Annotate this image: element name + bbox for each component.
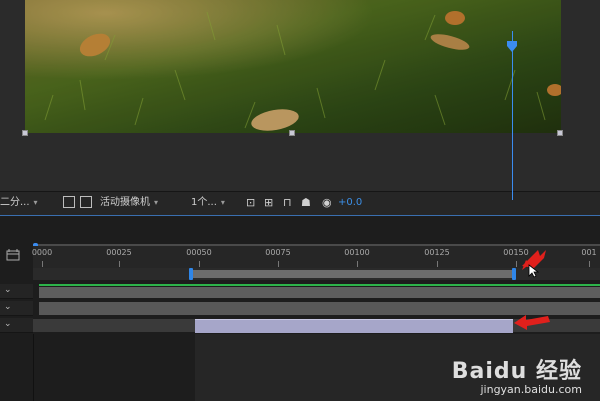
ruler-tick xyxy=(357,261,358,267)
layer-track-3[interactable]: ⌄ xyxy=(0,318,600,333)
chevron-down-icon[interactable]: ⌄ xyxy=(4,285,12,295)
ruler-tick xyxy=(119,261,120,267)
chevron-down-icon: ▾ xyxy=(220,198,225,207)
playhead-line[interactable] xyxy=(512,31,513,200)
time-ruler[interactable]: 0000 00025 00050 00075 00100 00125 00150… xyxy=(31,246,600,268)
ruler-tick xyxy=(437,261,438,267)
work-area-end-handle[interactable] xyxy=(512,268,516,280)
work-area-range[interactable] xyxy=(190,270,514,278)
mouse-cursor-icon xyxy=(528,264,540,278)
timeline-icon[interactable]: ⊓ xyxy=(283,196,292,210)
watermark: Baidu 经验 jingyan.baidu.com xyxy=(452,353,582,396)
chevron-down-icon[interactable]: ⌄ xyxy=(4,319,12,329)
region-of-interest-icon[interactable] xyxy=(63,196,75,208)
chevron-down-icon: ▾ xyxy=(33,198,38,207)
ruler-tick-label: 00025 xyxy=(106,248,132,257)
ruler-tick xyxy=(589,261,590,267)
ruler-tick xyxy=(516,261,517,267)
ruler-tick-label: 0000 xyxy=(31,248,53,257)
layer-duration-bar-green[interactable] xyxy=(39,284,600,286)
grass-image xyxy=(25,0,561,133)
transparency-grid-icon[interactable] xyxy=(80,196,92,208)
watermark-brand: Baidu 经验 xyxy=(451,359,582,384)
views-label: 1个... xyxy=(191,197,217,208)
ruler-tick xyxy=(42,261,43,267)
chevron-down-icon: ▾ xyxy=(154,198,159,207)
ruler-tick-label: 001 xyxy=(581,248,597,257)
transform-handle-bottom-left[interactable] xyxy=(22,130,28,136)
viewer-toolbar: 二分... ▾ 活动摄像机 ▾ 1个... ▾ ⊡ ⊞ ⊓ ☗ ◉ +0.0 xyxy=(0,191,600,216)
selected-layer-bar[interactable] xyxy=(195,319,513,333)
fast-previews-icon[interactable]: ⊞ xyxy=(264,196,273,210)
annotation-arrow-icon xyxy=(514,315,550,330)
ruler-tick-label: 00075 xyxy=(265,248,291,257)
transform-handle-bottom-center[interactable] xyxy=(289,130,295,136)
layer-header[interactable]: ⌄ xyxy=(0,301,33,316)
work-area-start-handle[interactable] xyxy=(189,268,193,280)
camera-label: 活动摄像机 xyxy=(100,197,150,208)
ruler-tick-label: 00050 xyxy=(186,248,212,257)
exposure-value[interactable]: +0.0 xyxy=(338,196,362,210)
current-time-indicator[interactable] xyxy=(506,38,518,52)
work-area-bar[interactable] xyxy=(33,268,600,280)
ruler-tick-label: 00125 xyxy=(424,248,450,257)
timeline-divider xyxy=(33,334,34,401)
layer-track-1[interactable]: ⌄ xyxy=(0,284,600,299)
camera-dropdown[interactable]: 活动摄像机 ▾ xyxy=(100,196,158,210)
toggle-pixel-aspect-icon[interactable]: ⊡ xyxy=(246,196,255,210)
exposure-value-text: +0.0 xyxy=(338,197,363,208)
comp-flowchart-icon[interactable] xyxy=(6,246,20,261)
exposure-icon[interactable]: ◉ xyxy=(322,196,332,210)
layer-header[interactable]: ⌄ xyxy=(0,318,33,333)
layer-duration-bar[interactable] xyxy=(39,287,600,298)
transform-handle-bottom-right[interactable] xyxy=(557,130,563,136)
resolution-label: 二分... xyxy=(0,197,30,208)
views-dropdown[interactable]: 1个... ▾ xyxy=(191,196,225,210)
layer-header[interactable]: ⌄ xyxy=(0,284,33,299)
ruler-tick xyxy=(278,261,279,267)
chevron-down-icon[interactable]: ⌄ xyxy=(4,302,12,312)
resolution-dropdown[interactable]: 二分... ▾ xyxy=(0,196,38,210)
composition-frame[interactable] xyxy=(25,0,561,133)
flowchart-icon[interactable]: ☗ xyxy=(301,196,311,210)
layer-track-2[interactable]: ⌄ xyxy=(0,301,600,316)
ruler-tick-label: 00100 xyxy=(344,248,370,257)
ruler-tick xyxy=(199,261,200,267)
composition-viewer xyxy=(0,0,600,191)
